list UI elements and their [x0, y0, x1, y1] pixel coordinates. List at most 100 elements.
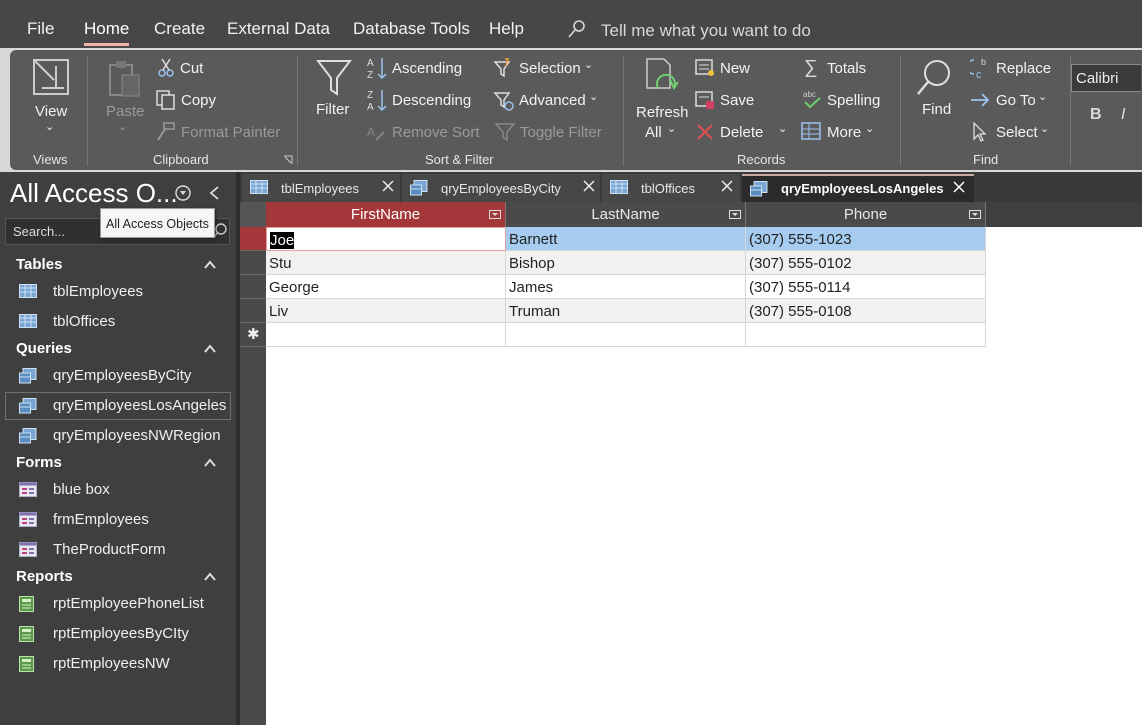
table-cell[interactable]: George	[266, 275, 506, 299]
new-record-cell[interactable]	[746, 323, 986, 347]
new-record-cell[interactable]	[506, 323, 746, 347]
table-cell[interactable]: (307) 555-0102	[746, 251, 986, 275]
view-label: View	[35, 103, 68, 120]
nav-item-rptEmployeesByCIty[interactable]: rptEmployeesByCIty	[5, 620, 231, 648]
column-header-label: LastName	[591, 206, 660, 223]
nav-item-TheProductForm[interactable]: TheProductForm	[5, 536, 231, 564]
nav-item-label: blue box	[53, 481, 110, 498]
nav-pane-title[interactable]: All Access O...	[10, 178, 178, 209]
filter-dropdown-icon[interactable]	[969, 210, 981, 219]
table-cell[interactable]: (307) 555-1023	[746, 227, 986, 251]
nav-item-rptEmployeesNW[interactable]: rptEmployeesNW	[5, 650, 231, 678]
nav-item-tblEmployees[interactable]: tblEmployees	[5, 278, 231, 306]
chevron-up-icon[interactable]	[203, 342, 217, 356]
save-record-icon	[695, 91, 714, 109]
column-header-lastname[interactable]: LastName	[506, 202, 746, 227]
close-icon[interactable]	[721, 180, 733, 192]
new-record-asterisk-icon: ✱	[247, 326, 260, 343]
sort-filter-group-label: Sort & Filter	[425, 152, 494, 167]
sigma-icon: ∑	[804, 57, 818, 78]
tab-tblEmployees[interactable]: tblEmployees	[242, 174, 400, 202]
nav-item-qryEmployeesNWRegion[interactable]: qryEmployeesNWRegion	[5, 422, 231, 450]
chevron-down-icon: ⌄	[865, 123, 875, 135]
table-cell[interactable]: (307) 555-0114	[746, 275, 986, 299]
table-cell[interactable]: Bishop	[506, 251, 746, 275]
close-icon[interactable]	[953, 181, 965, 193]
table-cell[interactable]: Truman	[506, 299, 746, 323]
ribbon: View ⌄ Views Paste ⌄ Cut Copy Format Pai…	[10, 50, 1142, 170]
filter-dropdown-icon[interactable]	[729, 210, 741, 219]
menu-external-data[interactable]: External Data	[227, 19, 330, 39]
nav-item-label: qryEmployeesNWRegion	[53, 427, 221, 444]
nav-item-tblOffices[interactable]: tblOffices	[5, 308, 231, 336]
new-record-cell[interactable]	[266, 323, 506, 347]
nav-item-label: TheProductForm	[53, 541, 166, 558]
query-icon	[19, 428, 37, 444]
find-group-label: Find	[973, 152, 999, 167]
tell-me-box[interactable]: Tell me what you want to do	[567, 19, 811, 41]
nav-item-rptEmployeePhoneList[interactable]: rptEmployeePhoneList	[5, 590, 231, 618]
query-icon	[410, 180, 428, 196]
table-cell[interactable]: Joe	[266, 227, 506, 251]
bold-button[interactable]: B	[1090, 106, 1102, 124]
nav-section-queries[interactable]: Queries	[16, 340, 72, 357]
refresh-icon	[646, 58, 679, 90]
nav-item-qryEmployeesByCity[interactable]: qryEmployeesByCity	[5, 362, 231, 390]
tab-qryEmployeesByCity[interactable]: qryEmployeesByCity	[402, 174, 600, 202]
table-cell[interactable]: Barnett	[506, 227, 746, 251]
refresh-all-label: All	[645, 124, 662, 141]
nav-item-frmEmployees[interactable]: frmEmployees	[5, 506, 231, 534]
record-selector[interactable]	[240, 299, 266, 323]
sort-descending-icon: ZA	[367, 90, 387, 112]
menu-create[interactable]: Create	[154, 19, 205, 39]
record-selector[interactable]	[240, 275, 266, 299]
nav-section-tables[interactable]: Tables	[16, 256, 62, 273]
record-selector[interactable]	[240, 227, 266, 251]
column-header-firstname[interactable]: FirstName	[266, 202, 506, 227]
nav-item-label: tblOffices	[53, 313, 116, 330]
chevron-up-icon[interactable]	[203, 456, 217, 470]
chevron-down-icon: ⌄	[667, 123, 677, 135]
circle-dropdown-icon[interactable]	[175, 185, 191, 201]
menu-file[interactable]: File	[27, 19, 54, 39]
table-cell[interactable]: Liv	[266, 299, 506, 323]
table-cell[interactable]: (307) 555-0108	[746, 299, 986, 323]
record-selector[interactable]	[240, 251, 266, 275]
italic-button[interactable]: I	[1121, 106, 1125, 124]
chevron-up-icon[interactable]	[203, 570, 217, 584]
query-icon	[19, 398, 37, 414]
close-icon[interactable]	[382, 180, 394, 192]
table-icon	[19, 314, 37, 328]
nav-item-blue-box[interactable]: blue box	[5, 476, 231, 504]
tab-qryEmployeesLosAngeles[interactable]: qryEmployeesLosAngeles	[742, 174, 974, 202]
close-icon[interactable]	[583, 180, 595, 192]
selection-filter-icon	[493, 58, 511, 78]
cursor-arrow-icon	[973, 122, 987, 142]
nav-section-forms[interactable]: Forms	[16, 454, 62, 471]
sort-ascending-icon: AZ	[367, 58, 387, 80]
clipboard-icon	[109, 61, 140, 97]
menu-help[interactable]: Help	[489, 19, 524, 39]
menu-database-tools[interactable]: Database Tools	[353, 19, 470, 39]
font-name-box[interactable]: Calibri	[1071, 64, 1141, 92]
tab-label: qryEmployeesByCity	[441, 181, 561, 196]
menu-home[interactable]: Home	[84, 19, 130, 46]
filter-dropdown-icon[interactable]	[489, 210, 501, 219]
menu-bar: File Home Create External Data Database …	[0, 0, 1142, 48]
nav-section-reports[interactable]: Reports	[16, 568, 73, 585]
table-cell[interactable]: James	[506, 275, 746, 299]
table-cell[interactable]: Stu	[266, 251, 506, 275]
chevron-up-icon[interactable]	[203, 258, 217, 272]
collapse-pane-icon[interactable]	[208, 185, 220, 201]
report-icon	[19, 656, 34, 672]
scissors-icon	[158, 58, 174, 77]
new-record-selector[interactable]: ✱	[240, 323, 266, 347]
column-header-phone[interactable]: Phone	[746, 202, 986, 227]
nav-item-qryEmployeesLosAngeles[interactable]: qryEmployeesLosAngeles	[5, 392, 231, 420]
nav-item-label: frmEmployees	[53, 511, 149, 528]
tab-tblOffices[interactable]: tblOffices	[602, 174, 740, 202]
table-icon	[19, 284, 37, 298]
query-icon	[19, 368, 37, 384]
select-all-corner[interactable]	[240, 202, 266, 227]
dialog-launcher-icon[interactable]	[283, 155, 293, 165]
